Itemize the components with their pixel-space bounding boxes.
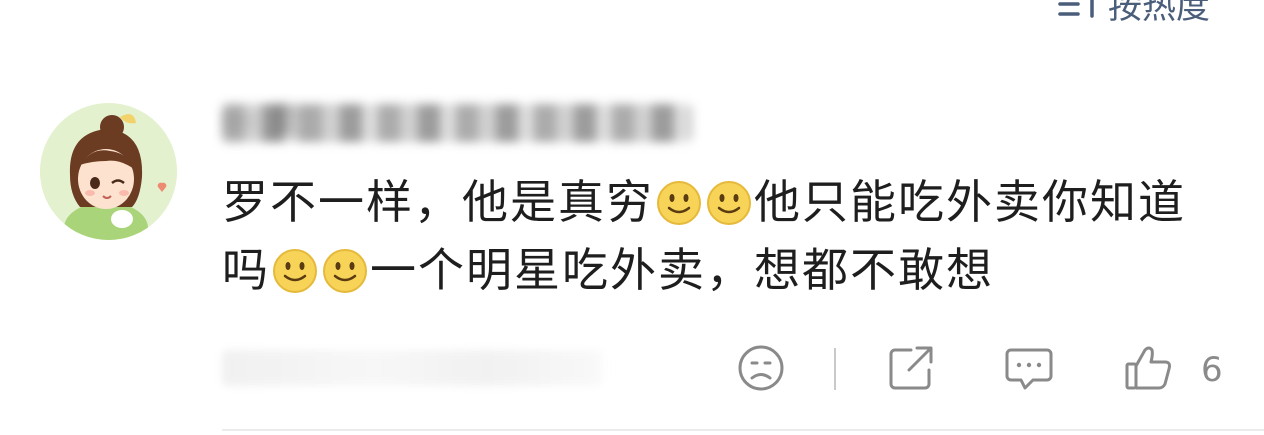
- like-count: 6: [1201, 350, 1223, 390]
- comment-meta-redacted: [222, 350, 602, 386]
- username-text: ··· 卖: [222, 102, 304, 143]
- comment-text: 罗不一样，他是真穷 他只能吃外卖你知道吗 一个明星吃外卖，想都不敢想: [222, 168, 1212, 304]
- sad-face-icon: [735, 342, 787, 398]
- sort-arrows-icon: [1056, 0, 1104, 29]
- share-button[interactable]: [885, 342, 937, 398]
- smile-emoji-icon: [272, 248, 318, 294]
- comment-text-part-1: 罗不一样，他是真穷: [222, 175, 654, 229]
- like-button[interactable]: 6: [1123, 342, 1223, 398]
- smile-emoji-icon: [656, 180, 702, 226]
- thumbs-up-icon: [1123, 342, 1175, 398]
- avatar[interactable]: [40, 103, 177, 240]
- reply-button[interactable]: [1003, 342, 1055, 398]
- share-icon: [885, 342, 937, 398]
- username-blurred[interactable]: ··· 卖: [222, 92, 742, 154]
- separator-line: [222, 429, 1264, 431]
- dislike-button[interactable]: [735, 342, 787, 398]
- sort-label: 按热度: [1108, 0, 1210, 27]
- comment-text-part-3: 一个明星吃外卖，想都不敢想: [370, 243, 994, 297]
- reply-bubble-icon: [1003, 342, 1055, 398]
- smile-emoji-icon: [322, 248, 368, 294]
- comment-actions: 6: [735, 342, 1255, 398]
- action-divider: [834, 348, 836, 390]
- sort-by-hot-toggle[interactable]: 按热度: [1056, 0, 1210, 29]
- smile-emoji-icon: [706, 180, 752, 226]
